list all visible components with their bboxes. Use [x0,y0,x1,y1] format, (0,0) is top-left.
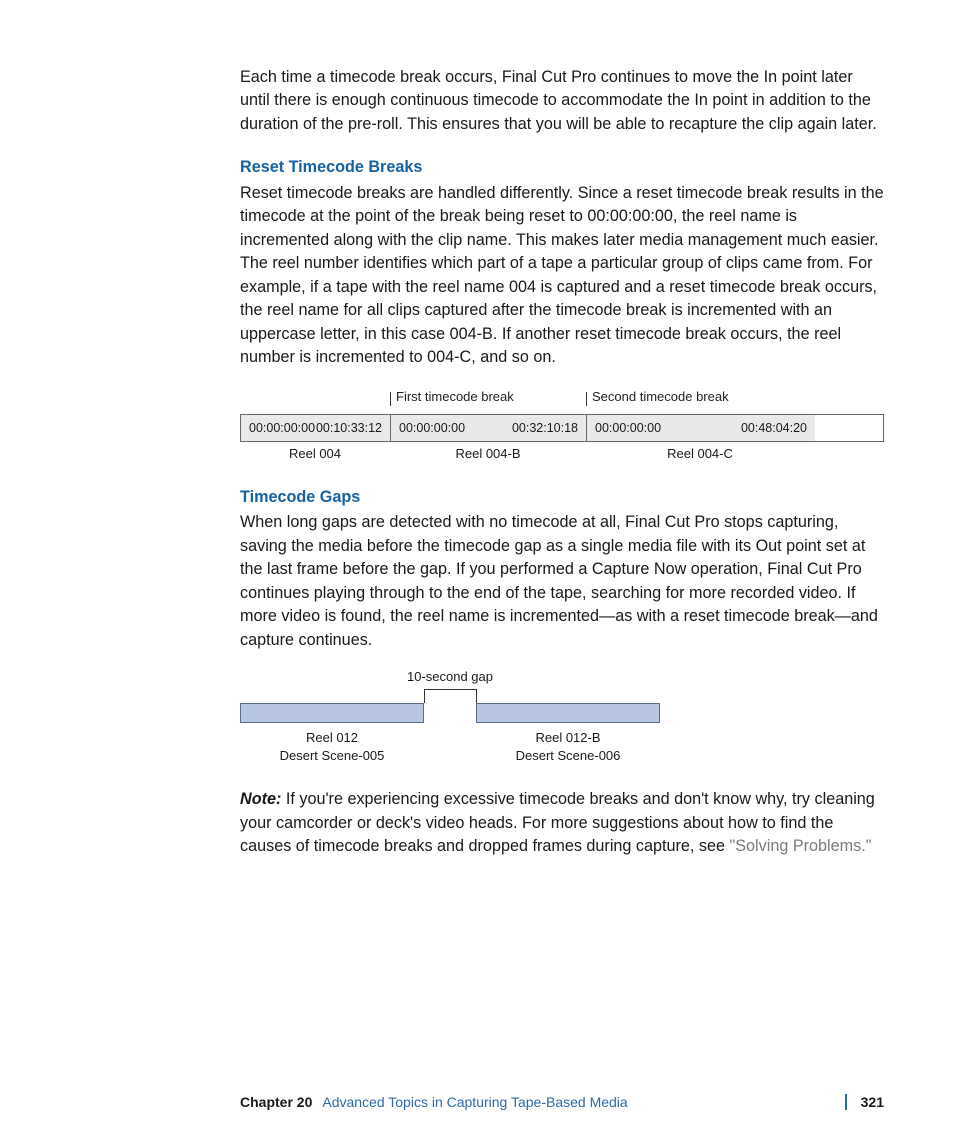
segment-3: 00:00:00:00 00:48:04:20 [587,415,815,441]
seg2-end: 00:32:10:18 [512,419,578,437]
second-break-text: Second timecode break [592,388,729,407]
gap-left-clip: Desert Scene-005 [240,747,424,765]
heading-reset-timecode-breaks: Reset Timecode Breaks [240,156,884,179]
page-footer: Chapter 20 Advanced Topics in Capturing … [0,1092,954,1112]
reel-1-label: Reel 004 [240,445,390,464]
gap-left-reel: Reel 012 [240,729,424,747]
footer-chapter: Chapter 20 [240,1092,312,1112]
gap-block-right [476,703,660,723]
gaps-paragraph: When long gaps are detected with no time… [240,511,884,652]
second-break-label: Second timecode break [586,388,729,407]
gap-right-label: Reel 012-B Desert Scene-006 [476,729,660,764]
segment-1: 00:00:00:00 00:10:33:12 [241,415,391,441]
seg3-start: 00:00:00:00 [595,419,661,437]
first-break-label: First timecode break [390,388,514,407]
seg1-end: 00:10:33:12 [316,419,382,437]
footer-title: Advanced Topics in Capturing Tape-Based … [322,1092,830,1112]
gap-label: 10-second gap [240,668,660,687]
gap-right-clip: Desert Scene-006 [476,747,660,765]
page: Each time a timecode break occurs, Final… [0,0,954,1145]
note-label: Note: [240,790,281,808]
reel-2-label: Reel 004-B [390,445,586,464]
reel-3-label: Reel 004-C [586,445,814,464]
footer-page-number: 321 [861,1092,884,1112]
reset-paragraph: Reset timecode breaks are handled differ… [240,182,884,370]
diagram-timecode-breaks: First timecode break Second timecode bre… [240,388,884,464]
diagram1-bar: 00:00:00:00 00:10:33:12 00:00:00:00 00:3… [240,414,884,442]
gap-left-label: Reel 012 Desert Scene-005 [240,729,424,764]
gap-bracket [240,689,660,703]
diagram1-break-labels: First timecode break Second timecode bre… [240,388,884,408]
gap-block-left [240,703,424,723]
heading-timecode-gaps: Timecode Gaps [240,486,884,509]
diagram1-reel-labels: Reel 004 Reel 004-B Reel 004-C [240,445,884,464]
note-paragraph: Note: If you're experiencing excessive t… [240,788,884,858]
segment-2: 00:00:00:00 00:32:10:18 [391,415,587,441]
diagram-timecode-gap: 10-second gap Reel 012 Desert Scene-005 … [240,668,660,764]
footer-rule [845,1094,847,1110]
seg2-start: 00:00:00:00 [399,419,465,437]
seg3-end: 00:48:04:20 [741,419,807,437]
gap-space [424,703,476,725]
first-break-text: First timecode break [396,388,514,407]
solving-problems-link[interactable]: "Solving Problems." [730,837,872,855]
gap-row [240,703,660,725]
gap-right-reel: Reel 012-B [476,729,660,747]
intro-paragraph: Each time a timecode break occurs, Final… [240,66,884,136]
gap-labels: Reel 012 Desert Scene-005 Reel 012-B Des… [240,729,660,764]
seg1-start: 00:00:00:00 [249,419,315,437]
